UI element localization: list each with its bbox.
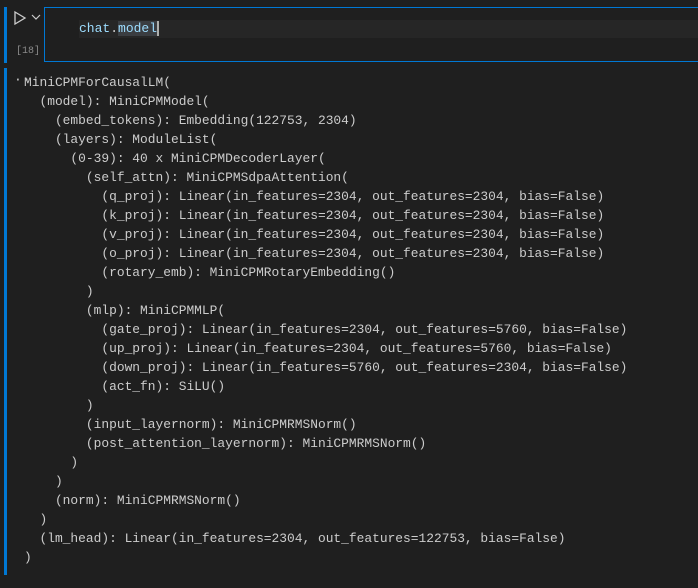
output-line: (0-39): 40 x MiniCPMDecoderLayer( xyxy=(24,151,326,166)
output-line: (rotary_emb): MiniCPMRotaryEmbedding() xyxy=(24,265,396,280)
input-cell-focus-bar xyxy=(4,7,7,63)
output-line: (post_attention_layernorm): MiniCPMRMSNo… xyxy=(24,436,427,451)
output-line: (embed_tokens): Embedding(122753, 2304) xyxy=(24,113,357,128)
output-line: (q_proj): Linear(in_features=2304, out_f… xyxy=(24,189,605,204)
output-line: (mlp): MiniCPMMLP( xyxy=(24,303,226,318)
code-line[interactable]: chat.model xyxy=(79,20,698,38)
output-line: (down_proj): Linear(in_features=5760, ou… xyxy=(24,360,628,375)
output-line: ) xyxy=(24,455,79,470)
output-line: (self_attn): MiniCPMSdpaAttention( xyxy=(24,170,349,185)
output-line: (lm_head): Linear(in_features=2304, out_… xyxy=(24,531,566,546)
run-cell-icon[interactable] xyxy=(12,10,28,26)
output-line: MiniCPMForCausalLM( xyxy=(24,75,171,90)
output-line: (input_layernorm): MiniCPMRMSNorm() xyxy=(24,417,357,432)
output-line: ) xyxy=(24,284,94,299)
output-line: (up_proj): Linear(in_features=2304, out_… xyxy=(24,341,612,356)
output-line: ) xyxy=(24,550,32,565)
output-line: ) xyxy=(24,512,48,527)
code-object: chat xyxy=(79,21,111,36)
output-line: (k_proj): Linear(in_features=2304, out_f… xyxy=(24,208,605,223)
output-line: (act_fn): SiLU() xyxy=(24,379,226,394)
code-dot: . xyxy=(110,21,119,36)
output-line: ) xyxy=(24,474,63,489)
output-line: (v_proj): Linear(in_features=2304, out_f… xyxy=(24,227,605,242)
output-line: (model): MiniCPMModel( xyxy=(24,94,210,109)
code-editor[interactable]: chat.model xyxy=(44,7,698,62)
output-line: (gate_proj): Linear(in_features=2304, ou… xyxy=(24,322,628,337)
output-line: (layers): ModuleList( xyxy=(24,132,218,147)
output-line: ) xyxy=(24,398,94,413)
execution-count: [18] xyxy=(16,46,41,57)
cell-output: MiniCPMForCausalLM( (model): MiniCPMMode… xyxy=(24,73,627,567)
code-attribute-selected: model xyxy=(118,21,160,36)
output-focus-bar xyxy=(4,68,7,575)
chevron-down-icon[interactable] xyxy=(31,12,41,22)
output-line: (o_proj): Linear(in_features=2304, out_f… xyxy=(24,246,605,261)
output-line: (norm): MiniCPMRMSNorm() xyxy=(24,493,241,508)
